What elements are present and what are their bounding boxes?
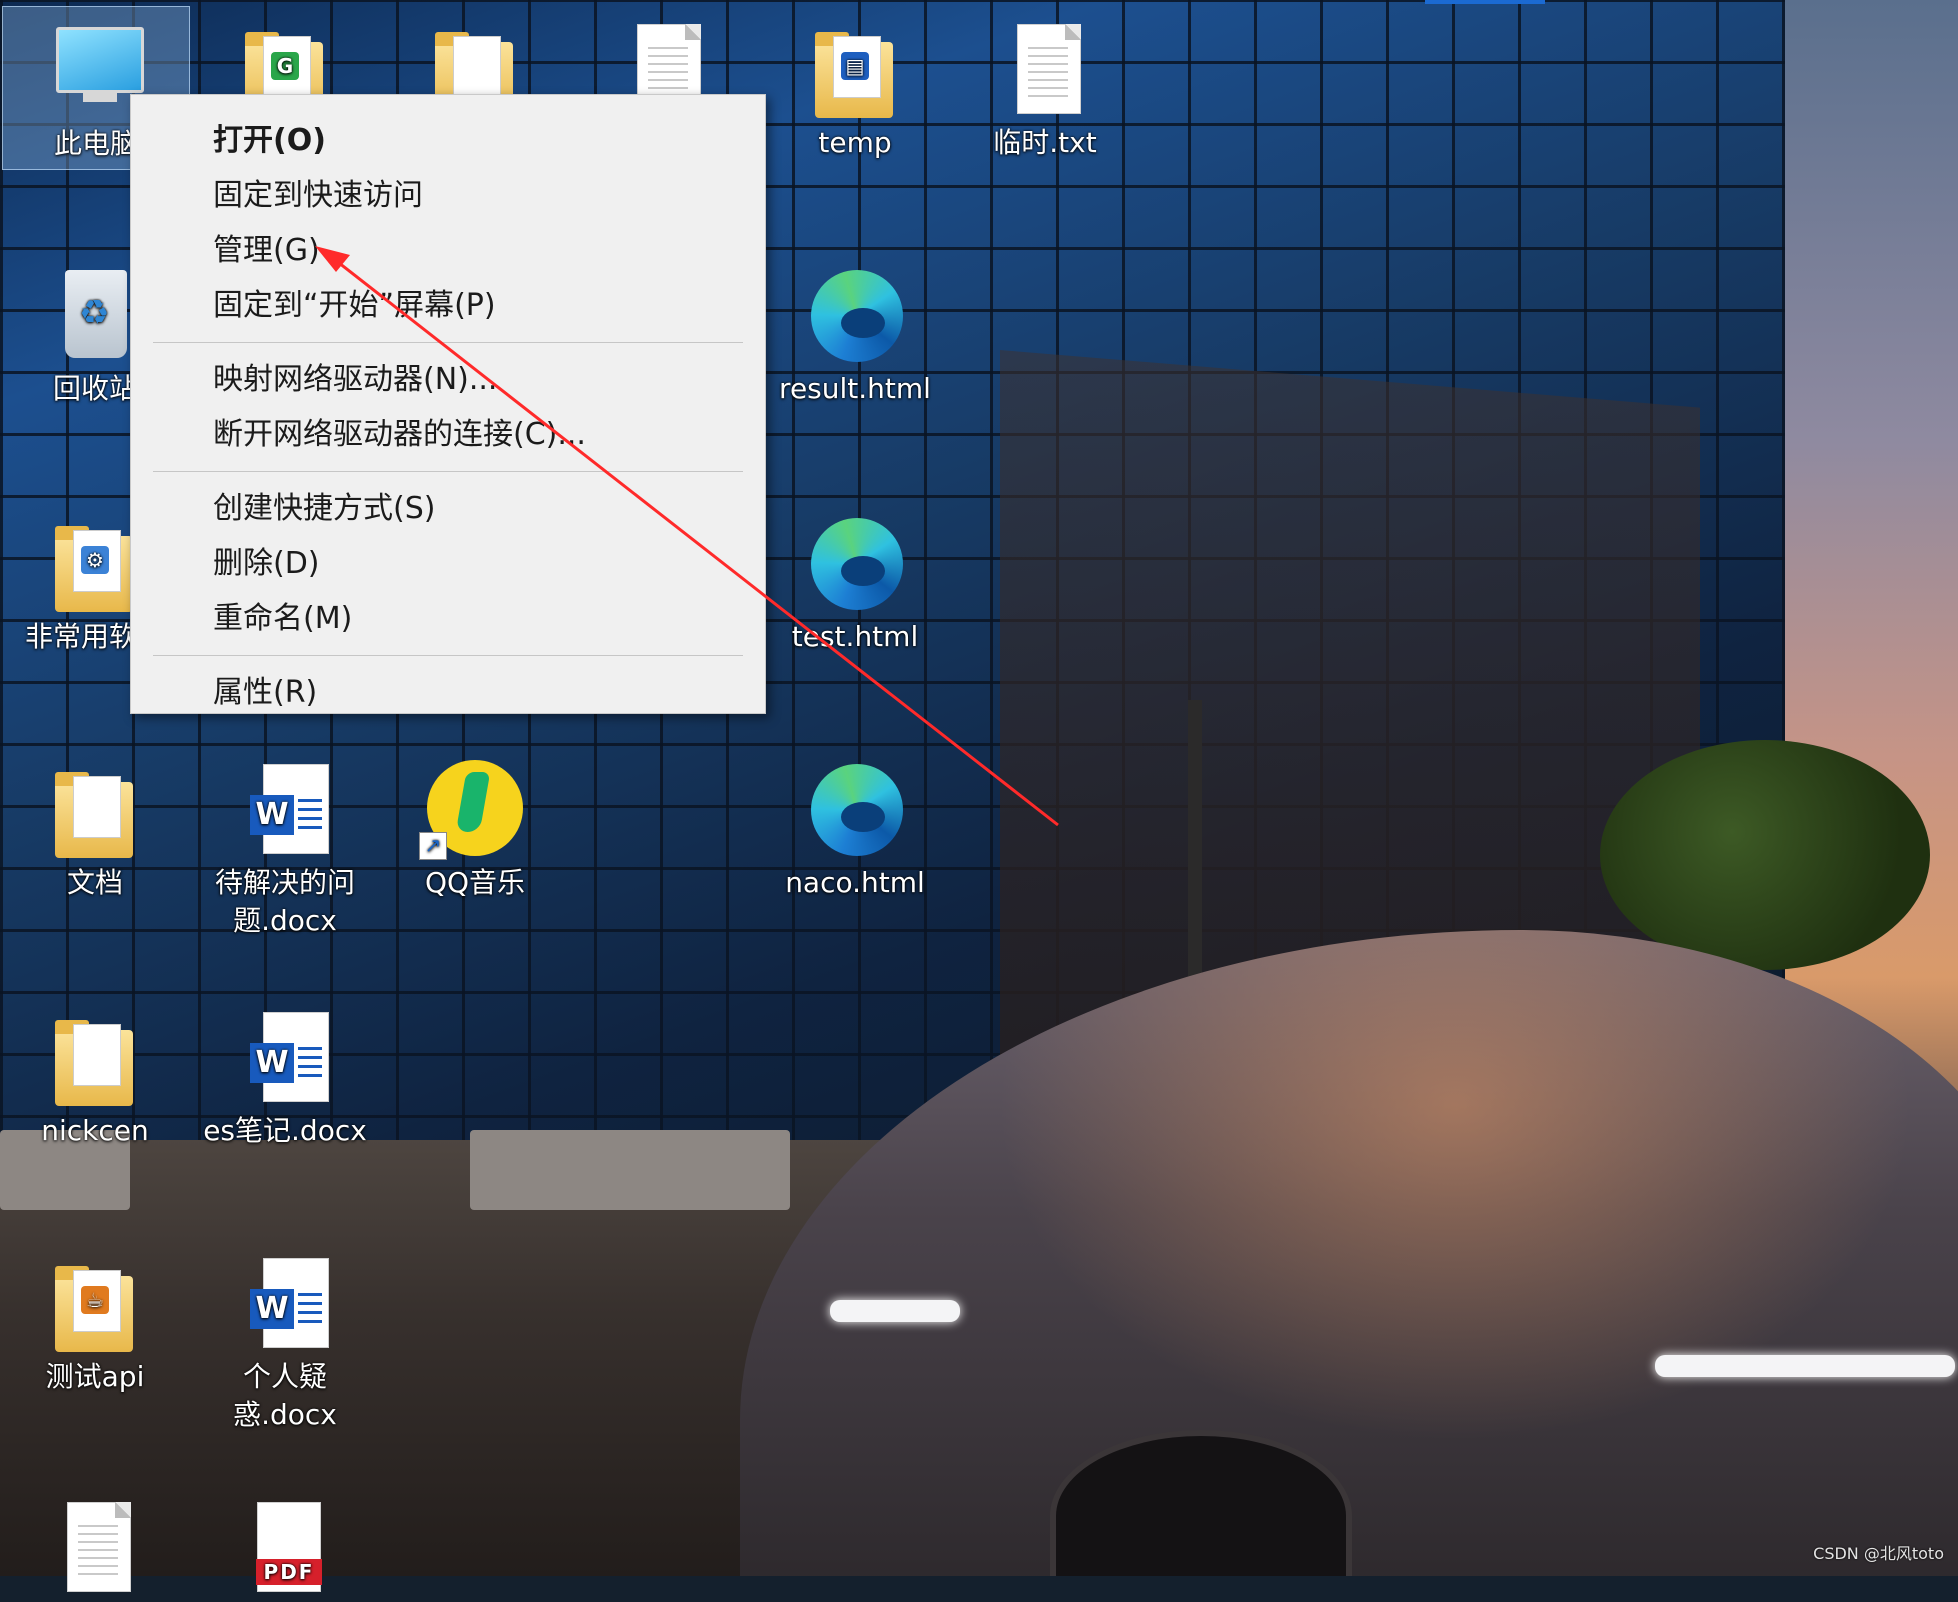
folder-icon (55, 772, 133, 858)
menu-item-pin-start[interactable]: 固定到“开始”屏幕(P) (131, 278, 765, 333)
desktop-icon-result-html[interactable]: result.html (762, 252, 948, 408)
wallpaper-car-headlight (830, 1300, 960, 1322)
wallpaper-car-headlight (1655, 1355, 1955, 1377)
desktop-icon-naco-html[interactable]: naco.html (762, 746, 948, 902)
desktop-icon-label: 个人疑惑.docx (233, 1360, 337, 1431)
word-doc-icon: W (250, 764, 329, 854)
menu-item-delete[interactable]: 删除(D) (131, 536, 765, 591)
text-file-icon (1017, 24, 1081, 114)
word-doc-icon: W (250, 1258, 329, 1348)
edge-html-icon (811, 270, 903, 362)
wallpaper-bench (470, 1130, 790, 1210)
word-letter: W (250, 1043, 294, 1083)
menu-item-rename[interactable]: 重命名(M) (131, 591, 765, 646)
menu-item-properties[interactable]: 属性(R) (131, 665, 765, 720)
desktop-icon-label: test.html (791, 620, 919, 653)
desktop-icon-es-notes[interactable]: W es笔记.docx (192, 994, 378, 1150)
menu-separator (153, 655, 743, 656)
desktop-icon-personal-docx[interactable]: W 个人疑惑.docx (192, 1240, 378, 1434)
folder-icon: ☕ (55, 1266, 133, 1352)
menu-separator (153, 471, 743, 472)
desktop-icon-documents[interactable]: 文档 (2, 746, 188, 902)
desktop-icon-qq-music[interactable]: ↗ QQ音乐 (382, 746, 568, 902)
folder-icon: ▤ (815, 32, 893, 118)
menu-separator (153, 342, 743, 343)
desktop-icon-text-file[interactable] (2, 1484, 188, 1602)
text-file-icon (67, 1502, 131, 1592)
menu-item-open[interactable]: 打开(O) (131, 113, 765, 168)
menu-item-map-network-drive[interactable]: 映射网络驱动器(N)... (131, 352, 765, 407)
folder-badge: G (271, 52, 299, 80)
desktop-icon-test-api[interactable]: ☕ 测试api (2, 1240, 188, 1396)
desktop-icon-test-html[interactable]: test.html (762, 500, 948, 656)
desktop-icon-temp-txt[interactable]: 临时.txt (952, 6, 1138, 162)
desktop-icon-pdf[interactable]: PDF (192, 1484, 378, 1602)
watermark-text: CSDN @北风toto (1813, 1544, 1944, 1563)
desktop-icon-label: 临时.txt (993, 126, 1097, 159)
folder-icon: ⚙ (55, 526, 133, 612)
desktop-icon-label: QQ音乐 (424, 866, 526, 899)
window-edge-accent (1425, 0, 1545, 4)
word-letter: W (250, 1289, 294, 1329)
desktop-icon-label: 测试api (45, 1360, 145, 1393)
desktop-icon-pending-docx[interactable]: W 待解决的问题.docx (192, 746, 378, 940)
edge-html-icon (811, 518, 903, 610)
menu-item-manage[interactable]: 管理(G) (131, 223, 765, 278)
pdf-file-icon: PDF (256, 1502, 322, 1592)
menu-item-pin-quick-access[interactable]: 固定到快速访问 (131, 168, 765, 223)
desktop-icon-label: temp (818, 126, 892, 159)
pdf-tag: PDF (256, 1559, 322, 1585)
edge-html-icon (811, 764, 903, 856)
qq-music-icon: ↗ (419, 760, 523, 860)
desktop-icon-label: nickcen (41, 1114, 149, 1147)
desktop-icon-temp[interactable]: ▤ temp (762, 6, 948, 162)
recycle-bin-icon (65, 270, 127, 358)
desktop-icon-nickcen[interactable]: nickcen (2, 994, 188, 1150)
menu-item-disconnect-network-drive[interactable]: 断开网络驱动器的连接(C)... (131, 407, 765, 462)
shortcut-arrow-icon: ↗ (419, 832, 447, 860)
context-menu: 打开(O) 固定到快速访问 管理(G) 固定到“开始”屏幕(P) 映射网络驱动器… (130, 94, 766, 714)
desktop-icon-label: es笔记.docx (203, 1114, 367, 1147)
desktop-icon-label: naco.html (785, 866, 925, 899)
word-doc-icon: W (250, 1012, 329, 1102)
word-letter: W (250, 795, 294, 835)
folder-icon (55, 1020, 133, 1106)
desktop-icon-label: 文档 (66, 866, 123, 899)
wallpaper-tree (1600, 740, 1930, 970)
menu-item-create-shortcut[interactable]: 创建快捷方式(S) (131, 481, 765, 536)
this-pc-icon (56, 27, 144, 102)
desktop-icon-label: 待解决的问题.docx (214, 866, 355, 937)
desktop-icon-label: result.html (779, 372, 931, 405)
